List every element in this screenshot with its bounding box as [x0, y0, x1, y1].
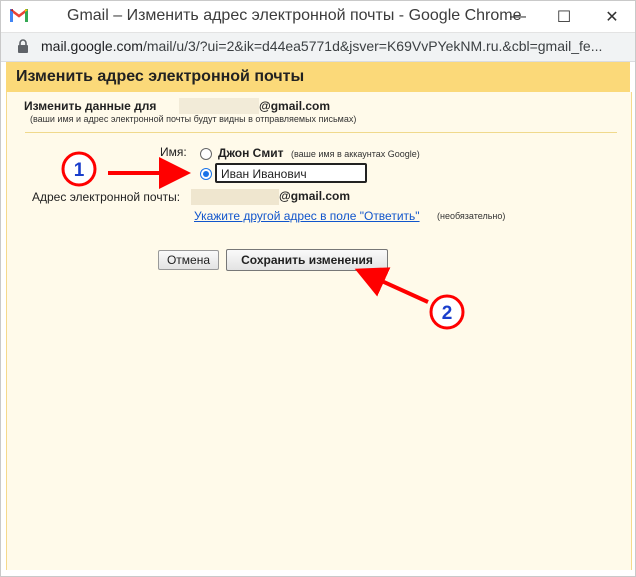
- blurred-email-username: [179, 98, 259, 114]
- url-host: mail.google.com: [41, 38, 143, 54]
- radio-selected-dot: [203, 171, 209, 177]
- save-changes-button[interactable]: Сохранить изменения: [226, 249, 388, 271]
- gmail-icon: [10, 8, 28, 22]
- email-label: Адрес электронной почты:: [32, 190, 181, 204]
- edit-for-email-domain: @gmail.com: [259, 99, 331, 113]
- radio-custom-name[interactable]: [200, 168, 212, 180]
- blurred-email-username: [191, 189, 279, 205]
- optional-hint: (необязательно): [437, 211, 506, 221]
- account-name-option-label[interactable]: Джон Смит: [218, 146, 283, 160]
- name-label: Имя:: [160, 145, 187, 159]
- window-title: Gmail – Изменить адрес электронной почты…: [67, 7, 522, 24]
- address-bar[interactable]: mail.google.com/mail/u/3/?ui=2&ik=d44ea5…: [1, 32, 635, 62]
- minimize-button[interactable]: —: [495, 1, 541, 32]
- title-bar: Gmail – Изменить адрес электронной почты…: [1, 1, 635, 32]
- cancel-button[interactable]: Отмена: [158, 250, 219, 270]
- visibility-hint: (ваши имя и адрес электронной почты буду…: [30, 114, 357, 124]
- dialog-title: Изменить адрес электронной почты: [16, 68, 305, 85]
- custom-name-input[interactable]: Иван Иванович: [215, 163, 367, 183]
- reply-to-address-link[interactable]: Укажите другой адрес в поле "Ответить": [194, 209, 420, 223]
- edit-for-label: Изменить данные для: [24, 99, 157, 113]
- account-name-hint: (ваше имя в аккаунтах Google): [291, 149, 420, 159]
- divider: [25, 132, 617, 133]
- browser-window: Gmail – Изменить адрес электронной почты…: [0, 0, 636, 577]
- lock-icon: [18, 39, 28, 53]
- close-button[interactable]: ✕: [589, 1, 635, 32]
- url-text[interactable]: mail.google.com/mail/u/3/?ui=2&ik=d44ea5…: [41, 38, 631, 54]
- dialog-header: Изменить адрес электронной почты: [6, 62, 630, 93]
- radio-account-name[interactable]: [200, 148, 212, 160]
- maximize-button[interactable]: ☐: [541, 1, 587, 32]
- email-domain: @gmail.com: [279, 189, 351, 203]
- url-path: /mail/u/3/?ui=2&ik=d44ea5771d&jsver=K69V…: [142, 38, 603, 54]
